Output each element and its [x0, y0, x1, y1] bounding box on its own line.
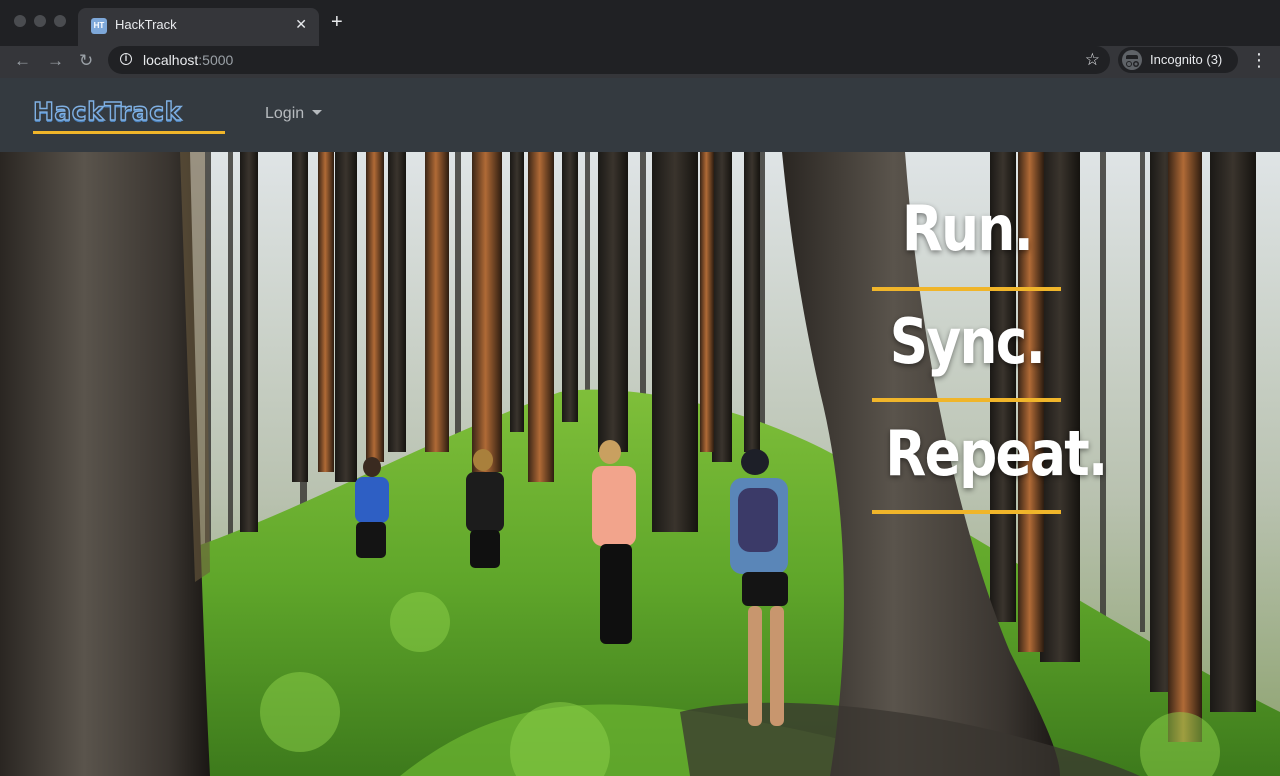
slogan-sync: Sync. [889, 305, 1046, 378]
reload-icon[interactable]: ↻ [79, 50, 93, 72]
login-dropdown-toggle[interactable]: Login [265, 105, 323, 123]
incognito-label: Incognito (3) [1150, 52, 1223, 67]
caret-down-icon [312, 110, 323, 115]
slogan-rule-2 [872, 398, 1061, 402]
url-text[interactable]: localhost:5000 [143, 52, 233, 68]
back-icon[interactable]: ← [14, 50, 31, 72]
window-zoom-dot[interactable] [54, 15, 66, 27]
browser-toolbar: ← → ↻ i localhost:5000 ☆ Incognito (3) ⋮ [0, 46, 1280, 78]
site-navbar: HackTrack Login [0, 78, 1280, 152]
url-host: localhost [143, 52, 199, 68]
slogan-run: Run. [901, 192, 1034, 265]
slogan-rule-1 [872, 287, 1061, 291]
browser-tab[interactable]: HT HackTrack ✕ [78, 8, 319, 46]
brand-logo[interactable]: HackTrack [32, 96, 225, 137]
tab-title: HackTrack [115, 17, 177, 32]
incognito-profile-button[interactable]: Incognito (3) [1118, 47, 1238, 73]
favicon-icon: HT [91, 18, 107, 34]
brand-underline [33, 131, 225, 134]
browser-menu-icon[interactable]: ⋮ [1250, 50, 1268, 70]
bookmark-star-icon[interactable]: ☆ [1085, 50, 1100, 70]
browser-tab-bar: HT HackTrack ✕ + [0, 0, 1280, 46]
page-content: HackTrack Login Run. Sync. Repeat. [0, 78, 1280, 776]
window-close-dot[interactable] [14, 15, 26, 27]
window-minimize-dot[interactable] [34, 15, 46, 27]
address-bar[interactable]: i localhost:5000 ☆ [108, 46, 1110, 74]
new-tab-icon[interactable]: + [331, 12, 343, 32]
close-tab-icon[interactable]: ✕ [295, 16, 307, 33]
slogan-repeat: Repeat. [885, 417, 1108, 490]
site-info-icon[interactable]: i [120, 53, 132, 65]
slogan-rule-3 [872, 510, 1061, 514]
hero-section: Run. Sync. Repeat. [0, 152, 1280, 776]
brand-text: HackTrack [32, 96, 182, 126]
incognito-icon [1122, 50, 1142, 70]
login-label: Login [265, 105, 305, 122]
url-port: :5000 [198, 52, 234, 68]
forward-icon[interactable]: → [47, 50, 64, 72]
